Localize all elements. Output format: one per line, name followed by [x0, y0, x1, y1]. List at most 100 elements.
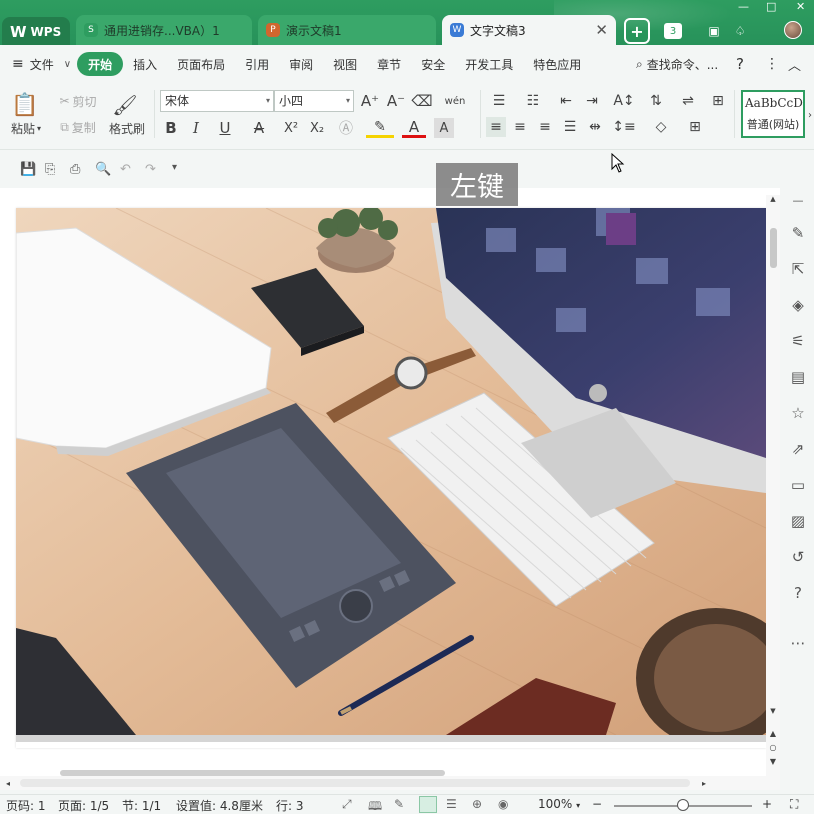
collaborate-icon[interactable]: ▣ — [706, 23, 722, 39]
help-circle-icon[interactable]: ? — [788, 584, 808, 602]
desk-photo-image[interactable] — [16, 208, 766, 735]
zoom-slider-knob[interactable] — [677, 799, 689, 811]
avatar[interactable] — [784, 21, 802, 39]
clear-format-icon[interactable]: ⌫ — [411, 91, 432, 111]
share-icon[interactable]: ⇗ — [788, 440, 808, 458]
strikethrough-icon[interactable]: A — [246, 118, 272, 138]
collapse-ribbon-icon[interactable]: ︿ — [788, 45, 801, 83]
status-page[interactable]: 页面: 1/5 — [58, 797, 109, 814]
window-count-badge[interactable]: 3 — [664, 23, 682, 39]
superscript-icon[interactable]: X² — [280, 118, 302, 138]
show-marks-icon[interactable]: ⊞ — [708, 91, 728, 111]
format-painter-label[interactable]: 格式刷 — [106, 120, 148, 136]
hamburger-icon[interactable]: ≡ — [0, 56, 28, 72]
text-effect-icon[interactable]: Ⓐ — [334, 118, 358, 138]
font-color-icon[interactable]: A — [402, 118, 426, 138]
web-view-icon[interactable]: ⊕ — [472, 797, 482, 811]
italic-icon[interactable]: I — [187, 118, 205, 138]
chevron-down-icon[interactable]: ∨ — [64, 59, 71, 70]
shapes-icon[interactable]: ◈ — [788, 296, 808, 314]
format-painter-icon[interactable]: 🖌 — [112, 92, 138, 118]
borders-icon[interactable]: ⊞ — [680, 117, 710, 137]
close-tab-icon[interactable]: ✕ — [595, 21, 608, 39]
distribute-icon[interactable]: ⇹ — [585, 117, 605, 137]
sort-icon[interactable]: ⇅ — [646, 91, 666, 111]
export-icon[interactable]: ⎘ — [45, 162, 55, 177]
focus-mode-icon[interactable]: ⤢ — [342, 797, 352, 812]
star-icon[interactable]: ☆ — [788, 404, 808, 422]
paste-button[interactable]: 粘贴 ▾ — [8, 120, 44, 136]
align-right-icon[interactable]: ≡ — [535, 117, 555, 137]
bullet-list-icon[interactable]: ☰ — [486, 91, 512, 111]
picture-icon[interactable]: ▨ — [788, 512, 808, 530]
char-shading-icon[interactable]: A — [434, 118, 454, 138]
prev-page-icon[interactable]: ▲ — [768, 728, 778, 738]
undo-icon[interactable]: ↶ — [120, 162, 131, 177]
grow-font-icon[interactable]: A⁺ — [360, 91, 380, 111]
scroll-down-icon[interactable]: ▼ — [768, 706, 778, 716]
cut-button[interactable]: ✂ 剪切 — [54, 92, 102, 110]
browse-object-icon[interactable]: ○ — [768, 742, 778, 752]
align-center-icon[interactable]: ≡ — [510, 117, 530, 137]
subscript-icon[interactable]: X₂ — [306, 118, 328, 138]
next-page-icon[interactable]: ▼ — [768, 756, 778, 766]
close-window-icon[interactable]: ✕ — [796, 0, 805, 13]
page-view-icon[interactable] — [419, 796, 437, 813]
shading-fill-icon[interactable]: ◇ — [646, 117, 676, 137]
highlight-icon[interactable]: ✎ — [366, 118, 394, 138]
help-icon[interactable]: ? — [736, 45, 744, 83]
more-dots-icon[interactable]: ⋯ — [788, 634, 808, 652]
menu-page-layout[interactable]: 页面布局 — [167, 52, 235, 76]
minimize-icon[interactable]: — — [738, 0, 749, 13]
chevron-right-icon[interactable]: › — [806, 108, 814, 122]
paragraph-spacing-icon[interactable]: ↕≡ — [610, 117, 638, 137]
redo-icon[interactable]: ↷ — [145, 162, 156, 177]
scroll-right-icon[interactable]: ▸ — [700, 779, 708, 788]
reading-mode-icon[interactable]: 🕮 — [368, 797, 382, 814]
vertical-scroll-thumb[interactable] — [770, 228, 777, 268]
shrink-font-icon[interactable]: A⁻ — [386, 91, 406, 111]
phonetic-guide-icon[interactable]: wén — [440, 91, 470, 111]
outline-view-icon[interactable]: ☰ — [446, 797, 457, 811]
align-left-icon[interactable]: ≡ — [486, 117, 506, 137]
menu-security[interactable]: 安全 — [411, 52, 455, 76]
tab-spreadsheet[interactable]: S 通用进销存...VBA）1 — [76, 15, 252, 45]
edit-icon[interactable]: ✎ — [788, 224, 808, 242]
image-tools-icon[interactable]: ▤ — [788, 368, 808, 386]
horizontal-scroll-thumb[interactable] — [20, 779, 690, 787]
customize-toolbar-icon[interactable]: ▾ — [172, 162, 177, 173]
status-page-code[interactable]: 页码: 1 — [6, 797, 46, 814]
new-tab-icon[interactable]: + — [624, 18, 650, 44]
numbered-list-icon[interactable]: ☷ — [520, 91, 546, 111]
decrease-indent-icon[interactable]: ⇤ — [556, 91, 576, 111]
zoom-level[interactable]: 100% ▾ — [538, 797, 580, 811]
font-name-select[interactable]: 宋体 ▾ — [160, 90, 274, 112]
tab-wps-home[interactable]: W WPS — [2, 17, 70, 47]
history-icon[interactable]: ↺ — [788, 548, 808, 566]
save-icon[interactable]: 💾 — [20, 162, 36, 177]
paste-icon[interactable]: 📋 — [11, 92, 38, 118]
status-row[interactable]: 行: 3 — [276, 797, 304, 814]
adjust-icon[interactable]: ⚟ — [788, 332, 808, 350]
archive-icon[interactable]: ▭ — [788, 476, 808, 494]
font-size-select[interactable]: 小四 ▾ — [274, 90, 354, 112]
text-direction-icon[interactable]: A↕ — [610, 91, 638, 111]
tab-presentation[interactable]: P 演示文稿1 — [258, 15, 436, 45]
write-mode-icon[interactable]: ✎ — [394, 797, 404, 811]
line-spacing-icon[interactable]: ⇌ — [674, 91, 702, 111]
menu-section[interactable]: 章节 — [367, 52, 411, 76]
zoom-in-button[interactable]: + — [762, 797, 772, 811]
vertical-scrollbar[interactable] — [766, 195, 780, 778]
status-section[interactable]: 节: 1/1 — [122, 797, 161, 814]
menu-view[interactable]: 视图 — [323, 52, 367, 76]
menu-home[interactable]: 开始 — [77, 52, 124, 76]
underline-icon[interactable]: U — [212, 118, 238, 138]
bold-icon[interactable]: B — [162, 118, 180, 138]
style-gallery-normal[interactable]: AaBbCcDd 普通(网站) — [741, 90, 805, 138]
menu-references[interactable]: 引用 — [235, 52, 279, 76]
zoom-out-button[interactable]: − — [592, 797, 602, 811]
increase-indent-icon[interactable]: ⇥ — [582, 91, 602, 111]
menu-file[interactable]: 文件 — [28, 52, 64, 76]
menu-review[interactable]: 审阅 — [279, 52, 323, 76]
menu-developer[interactable]: 开发工具 — [455, 52, 523, 76]
